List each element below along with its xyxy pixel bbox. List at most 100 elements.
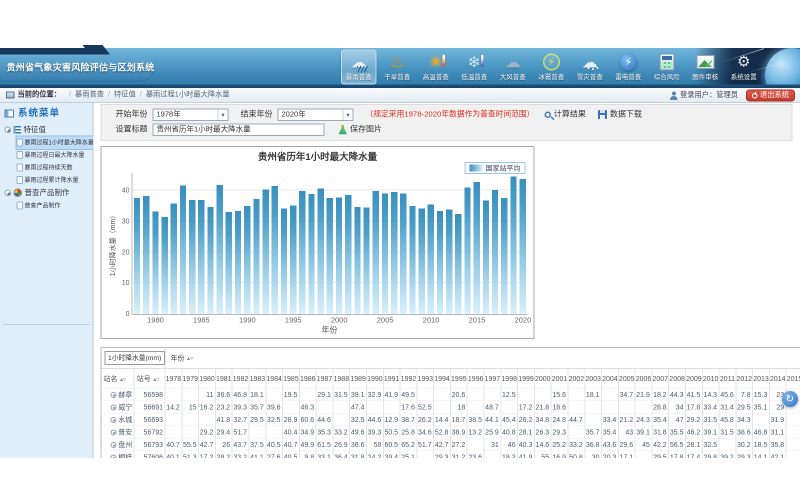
breadcrumb-item[interactable]: 暴雨普查 xyxy=(75,91,104,99)
value-cell: 31.4 xyxy=(719,401,736,414)
end-year-select[interactable]: 2020年▾ xyxy=(278,108,354,121)
col-header-year[interactable]: 1987 xyxy=(316,369,333,388)
col-header-year[interactable]: 2014 xyxy=(769,369,786,388)
tree-leaf-暴雨过程日最大降水量[interactable]: 暴雨过程日最大降水量 xyxy=(17,149,93,162)
logout-button[interactable]: 退出系统 xyxy=(746,90,795,102)
col-header-year[interactable]: 1998 xyxy=(501,369,518,388)
row-expand-icon[interactable] xyxy=(111,417,117,423)
row-expand-icon[interactable] xyxy=(111,404,117,410)
sort-icons[interactable]: ▴▿ xyxy=(187,355,193,361)
col-header-year[interactable]: 2012 xyxy=(736,369,753,388)
nav-item-图件审核[interactable]: 图件审核 xyxy=(688,50,724,85)
col-header-year[interactable]: 1978 xyxy=(165,369,182,388)
col-header-year[interactable]: 1996 xyxy=(467,369,484,388)
value-cell: 38.7 xyxy=(400,413,417,426)
value-cell: 31.5 xyxy=(702,413,719,426)
tree-leaf-暴雨过程1小时最大降水量[interactable]: 暴雨过程1小时最大降水量 xyxy=(17,136,96,149)
nav-item-高温普查[interactable]: ☀高温普查 xyxy=(418,50,454,85)
nav-item-雷电普查[interactable]: ⚡雷电普查 xyxy=(611,50,647,85)
row-expand-icon[interactable] xyxy=(111,454,117,458)
value-cell xyxy=(501,401,518,414)
col-header-year[interactable]: 1985 xyxy=(283,369,300,388)
col-header-year[interactable]: 1995 xyxy=(450,369,467,388)
col-header-year[interactable]: 1994 xyxy=(434,369,451,388)
value-cell: 44.6 xyxy=(366,413,383,426)
nav-item-系统设置[interactable]: ⚙系统设置 xyxy=(726,50,762,85)
value-cell xyxy=(518,388,535,401)
col-header-year[interactable]: 2001 xyxy=(551,369,568,388)
value-cell: 18.1 xyxy=(249,388,266,401)
col-header-year[interactable]: 2008 xyxy=(669,369,686,388)
nav-item-雪灾普查[interactable]: ☁雪灾普查 xyxy=(572,50,608,85)
nav-item-暴雨普查[interactable]: ☁暴雨普查 xyxy=(341,50,377,85)
col-header-year[interactable]: 1979 xyxy=(182,369,199,388)
col-header-year[interactable]: 1986 xyxy=(299,369,316,388)
x-tick-label: 1980 xyxy=(147,316,164,325)
station-name-cell[interactable]: 盘州 xyxy=(102,438,135,451)
col-header-year[interactable]: 1982 xyxy=(232,369,249,388)
col-header-year[interactable]: 2010 xyxy=(702,369,719,388)
start-year-select[interactable]: 1978年▾ xyxy=(153,108,229,121)
row-expand-icon[interactable] xyxy=(111,429,117,435)
float-refresh-icon[interactable]: ↻ xyxy=(782,391,798,407)
station-name-cell[interactable]: 桐梓 xyxy=(102,451,135,459)
col-header-year[interactable]: 2015 xyxy=(786,369,800,388)
col-header-year[interactable]: 2004 xyxy=(602,369,619,388)
col-header-year[interactable]: 2011 xyxy=(719,369,736,388)
chart-title-input[interactable]: 贵州省历年1小时最大降水量 xyxy=(153,123,325,136)
station-name-cell[interactable]: 赫章 xyxy=(102,388,135,401)
col-header-year[interactable]: 2013 xyxy=(753,369,770,388)
expand-icon[interactable] xyxy=(5,190,12,197)
tree-node-普查产品制作[interactable]: 普查产品制作 xyxy=(5,186,93,199)
value-cell: 35.5 xyxy=(669,426,686,439)
nav-item-干旱普查[interactable]: ♨干旱普查 xyxy=(380,50,416,85)
col-header-year[interactable]: 1993 xyxy=(417,369,434,388)
col-header-year[interactable]: 2000 xyxy=(534,369,551,388)
col-header-year[interactable]: 2007 xyxy=(652,369,669,388)
breadcrumb-item[interactable]: 暴雨过程1小时最大降水量 xyxy=(146,91,230,99)
nav-item-冰雹普查[interactable]: ⚡冰雹普查 xyxy=(534,50,570,85)
row-expand-icon[interactable] xyxy=(111,442,117,448)
year-column-header[interactable]: 年份▴▿ xyxy=(166,348,800,368)
tree-leaf-暴雨过程持续天数[interactable]: 暴雨过程持续天数 xyxy=(17,161,93,174)
col-header-year[interactable]: 1983 xyxy=(249,369,266,388)
compute-button[interactable]: 计算结果 xyxy=(544,110,586,120)
bar-2014 xyxy=(464,187,470,314)
value-cell: 14.3 xyxy=(702,388,719,401)
col-header-year[interactable]: 2005 xyxy=(618,369,635,388)
value-cell: 47 xyxy=(669,413,686,426)
col-header-year[interactable]: 1992 xyxy=(400,369,417,388)
nav-item-综合风险[interactable]: 综合风险 xyxy=(649,50,685,85)
col-header-year[interactable]: 2009 xyxy=(685,369,702,388)
station-name-cell[interactable]: 普安 xyxy=(102,426,135,439)
measure-field[interactable]: 1小时降水量(mm) xyxy=(105,351,165,365)
breadcrumb-item[interactable]: 特征值 xyxy=(114,91,136,99)
nav-item-低温普查[interactable]: ❄低温普查 xyxy=(457,50,493,85)
col-header-year[interactable]: 2003 xyxy=(585,369,602,388)
value-cell: 35.7 xyxy=(249,401,266,414)
tree-leaf-暴雨过程累计降水量[interactable]: 暴雨过程累计降水量 xyxy=(17,174,93,187)
download-button[interactable]: 数据下载 xyxy=(598,110,642,120)
station-name-cell[interactable]: 威宁 xyxy=(102,401,135,414)
col-header-year[interactable]: 2002 xyxy=(568,369,585,388)
col-header-year[interactable]: 1997 xyxy=(484,369,501,388)
col-header-year[interactable]: 1999 xyxy=(518,369,535,388)
col-header-year[interactable]: 1980 xyxy=(199,369,216,388)
save-image-button[interactable]: 保存图片 xyxy=(339,125,383,135)
row-expand-icon[interactable] xyxy=(111,392,117,398)
col-header-year[interactable]: 1989 xyxy=(350,369,367,388)
col-header-year[interactable]: 1988 xyxy=(333,369,350,388)
station-name-cell[interactable]: 水城 xyxy=(102,413,135,426)
col-header-year[interactable]: 1991 xyxy=(383,369,400,388)
expand-icon[interactable] xyxy=(5,127,12,134)
col-header-year[interactable]: 1981 xyxy=(215,369,232,388)
nav-item-大风普查[interactable]: ☁大风普查 xyxy=(495,50,531,85)
tree-node-特征值[interactable]: 特征值 xyxy=(5,123,93,136)
tree-leaf-普查产品制作[interactable]: 普查产品制作 xyxy=(17,199,93,212)
table-row-水城: 水城5669341.832.729.532.528.960.644.632.54… xyxy=(102,413,800,426)
col-header-station[interactable]: 站名▴▿ xyxy=(102,369,135,388)
col-header-year[interactable]: 2006 xyxy=(635,369,652,388)
col-header-year[interactable]: 1984 xyxy=(266,369,283,388)
col-header-year[interactable]: 1990 xyxy=(366,369,383,388)
col-header-code[interactable]: 站号▴▿ xyxy=(134,369,165,388)
